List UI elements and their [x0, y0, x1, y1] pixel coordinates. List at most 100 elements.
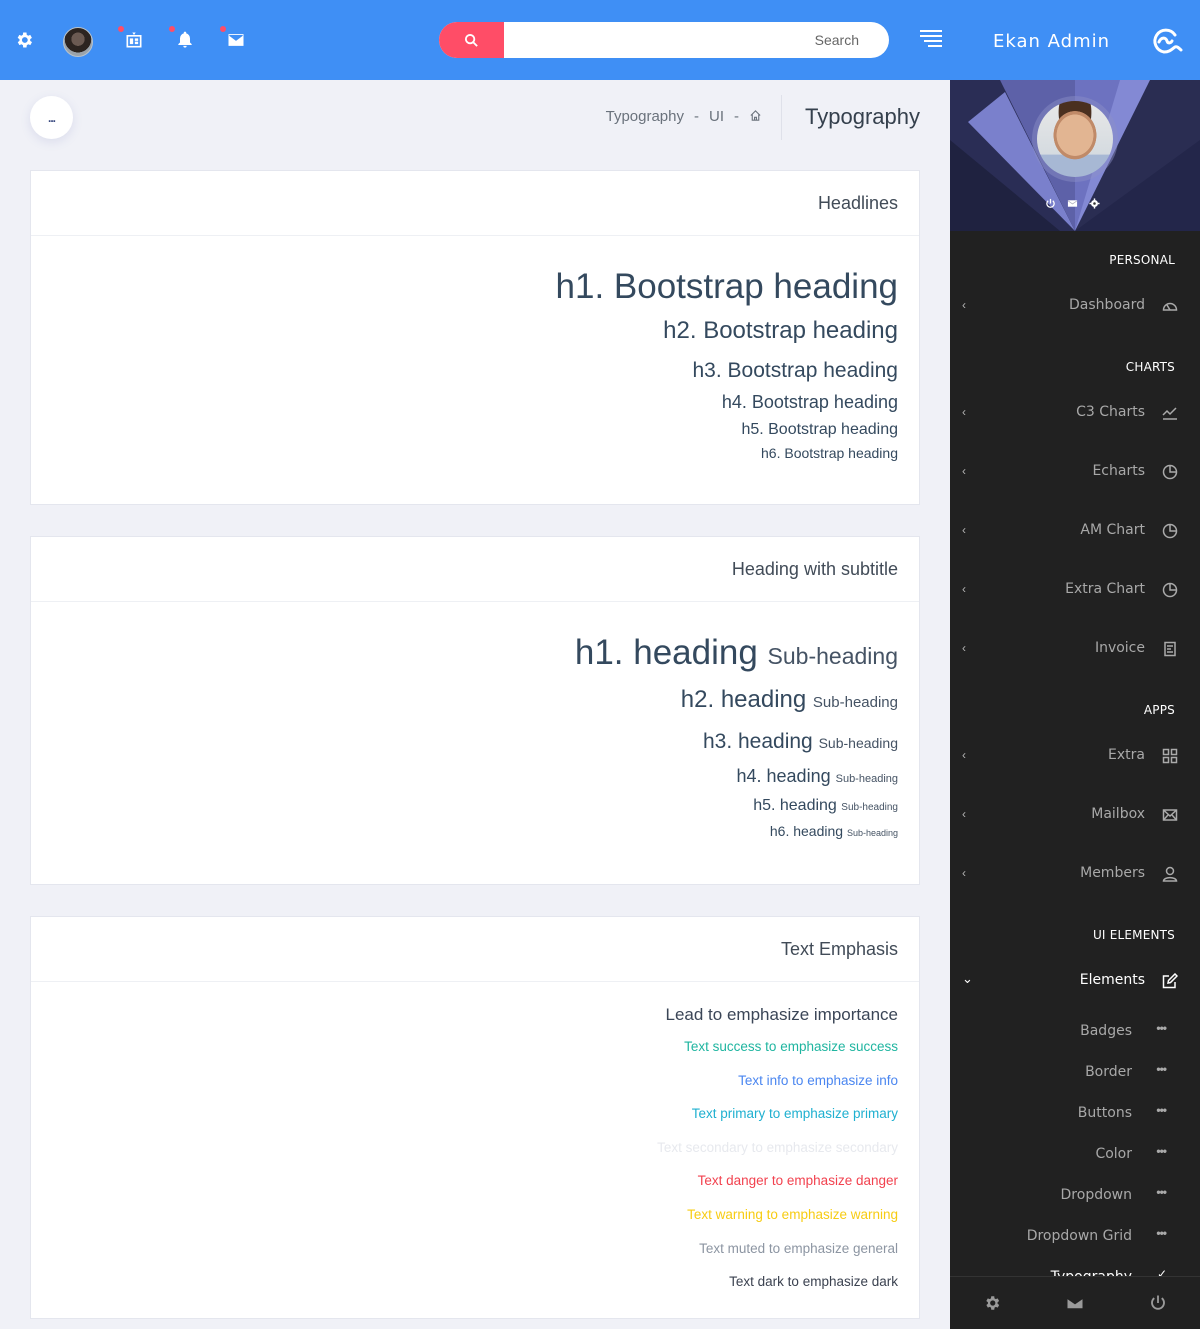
sidebar-item-elements[interactable]: ⌄ Elements: [950, 961, 1200, 1001]
mail-icon[interactable]: [1066, 197, 1078, 209]
sidebar-item-label: Invoice: [1094, 640, 1145, 656]
emphasis-text: Text secondary to emphasize secondary: [657, 1139, 898, 1155]
emphasis-text: Text dark to emphasize dark: [729, 1274, 898, 1290]
sub-heading: Sub-heading: [818, 734, 898, 751]
power-icon[interactable]: [1148, 1293, 1168, 1313]
sidebar-subitem-dropdown-grid[interactable]: Dropdown Grid •••: [950, 1222, 1200, 1252]
sidebar-item-label: Elements: [1079, 972, 1145, 988]
section-ui-elements: UI ELEMENTS: [1092, 928, 1175, 942]
sidebar-item-mailbox[interactable]: ‹ Mailbox: [950, 795, 1200, 835]
hamburger-line: [920, 35, 942, 37]
calendar-dashboard-icon[interactable]: [118, 26, 146, 52]
chevron-left-icon: ‹: [962, 641, 966, 655]
subtitle-h3: h3. heading Sub-heading: [31, 729, 898, 754]
breadcrumb-item-typography[interactable]: Typography: [606, 108, 684, 125]
sub-heading: Sub-heading: [812, 694, 898, 711]
section-personal: PERSONAL: [1109, 253, 1175, 267]
sidebar-item-dashboard[interactable]: ‹ Dashboard: [950, 286, 1200, 326]
sidebar-subitem-label: Border: [1085, 1064, 1132, 1080]
section-apps: APPS: [1143, 703, 1175, 717]
headlines-card: Headlines h1. Bootstrap heading h2. Boot…: [30, 170, 920, 505]
settings-gear-icon[interactable]: [1088, 197, 1100, 209]
heading-h1: h1. Bootstrap heading: [555, 267, 898, 306]
emphasis-text: Text warning to emphasize warning: [687, 1206, 898, 1222]
dashboard-gauge-icon: [1162, 298, 1178, 314]
power-icon[interactable]: [1044, 197, 1056, 209]
sidebar-subitem-border[interactable]: Border •••: [950, 1058, 1200, 1088]
search-bar: [439, 22, 889, 58]
pie-chart-icon: [1162, 464, 1178, 480]
emphasis-text: Text info to emphasize info: [738, 1072, 898, 1088]
heading-main: h5. heading: [753, 796, 837, 814]
bell-icon[interactable]: [169, 26, 197, 52]
mail-icon[interactable]: [220, 26, 248, 52]
chevron-left-icon: ‹: [962, 582, 966, 596]
brand-logo-icon[interactable]: [1150, 25, 1184, 59]
profile-actions: [1044, 197, 1100, 209]
text-emphasis-card: Text Emphasis Lead to emphasize importan…: [30, 916, 920, 1319]
search-input[interactable]: [504, 22, 889, 58]
sidebar-subitem-label: Dropdown Grid: [1026, 1228, 1132, 1244]
menu-toggle-button[interactable]: [918, 30, 942, 50]
subtitle-h4: h4. heading Sub-heading: [31, 765, 899, 788]
page-options-button[interactable]: ...: [30, 96, 73, 139]
dots-icon: •••: [1156, 1226, 1167, 1240]
brand-name[interactable]: Ekan Admin: [993, 31, 1110, 52]
user-avatar[interactable]: [63, 27, 93, 57]
header-divider: [781, 95, 782, 140]
lead-text: Lead to emphasize importance: [665, 1005, 898, 1024]
sidebar-item-c3-charts[interactable]: ‹ C3 Charts: [950, 393, 1200, 433]
pie-chart-icon: [1162, 582, 1178, 598]
subtitle-h5: h5. heading Sub-heading: [31, 796, 898, 815]
subtitle-h6: h6. heading Sub-heading: [31, 823, 898, 840]
settings-gear-icon[interactable]: [12, 28, 36, 52]
line-chart-icon: [1162, 405, 1178, 421]
sub-heading: Sub-heading: [835, 772, 898, 785]
sidebar-subitem-buttons[interactable]: Buttons •••: [950, 1099, 1200, 1129]
chevron-left-icon: ‹: [962, 464, 966, 478]
brand-bar: Ekan Admin: [950, 0, 1200, 80]
emphasis-text: Text danger to emphasize danger: [697, 1173, 898, 1189]
sub-heading: Sub-heading: [841, 801, 898, 813]
emphasis-text: Text muted to emphasize general: [699, 1240, 898, 1256]
sidebar-subitem-label: Badges: [1080, 1023, 1132, 1039]
sidebar-item-label: Echarts: [1092, 463, 1145, 479]
dots-icon: •••: [1156, 1021, 1167, 1035]
mail-icon[interactable]: [1065, 1293, 1085, 1313]
home-icon[interactable]: [749, 108, 762, 125]
settings-gear-icon[interactable]: [982, 1293, 1002, 1313]
sidebar-item-echarts[interactable]: ‹ Echarts: [950, 452, 1200, 492]
sidebar-subitem-dropdown[interactable]: Dropdown •••: [950, 1181, 1200, 1211]
profile-avatar[interactable]: [1032, 96, 1118, 182]
sidebar-item-extra[interactable]: ‹ Extra: [950, 736, 1200, 776]
sidebar-item-label: Extra Chart: [1065, 581, 1145, 597]
sidebar-item-extra-chart[interactable]: ‹ Extra Chart: [950, 570, 1200, 610]
invoice-receipt-icon: [1162, 641, 1178, 657]
breadcrumb-item-ui[interactable]: UI: [709, 108, 724, 125]
sidebar-item-members[interactable]: ‹ Members: [950, 854, 1200, 894]
chevron-left-icon: ‹: [962, 405, 966, 419]
notification-dot: [220, 26, 226, 32]
sidebar-subitem-color[interactable]: Color •••: [950, 1140, 1200, 1170]
profile-panel: [950, 80, 1200, 231]
sidebar-subitem-badges[interactable]: Badges •••: [950, 1017, 1200, 1047]
heading-main: h4. heading: [736, 765, 831, 786]
sub-heading: Sub-heading: [846, 827, 898, 838]
emphasis-text: Text success to emphasize success: [684, 1039, 898, 1054]
card-title: Heading with subtitle: [31, 537, 919, 602]
heading-h4: h4. Bootstrap heading: [721, 391, 898, 412]
sidebar-subitem-label: Color: [1095, 1146, 1132, 1162]
notification-dot: [169, 26, 175, 32]
breadcrumb: Typography - UI -: [606, 108, 762, 125]
sidebar-item-invoice[interactable]: ‹ Invoice: [950, 629, 1200, 669]
hamburger-line: [920, 30, 942, 32]
search-icon: [464, 33, 478, 47]
top-navbar: [0, 0, 950, 80]
heading-h6: h6. Bootstrap heading: [761, 444, 898, 461]
search-button[interactable]: [439, 22, 504, 58]
page-title: Typography: [805, 104, 920, 129]
heading-main: h2. heading: [680, 686, 807, 713]
heading-subtitle-card: Heading with subtitle h1. heading Sub-he…: [30, 536, 920, 885]
sidebar-item-am-chart[interactable]: ‹ AM Chart: [950, 511, 1200, 551]
sidebar-item-label: C3 Charts: [1076, 404, 1145, 420]
